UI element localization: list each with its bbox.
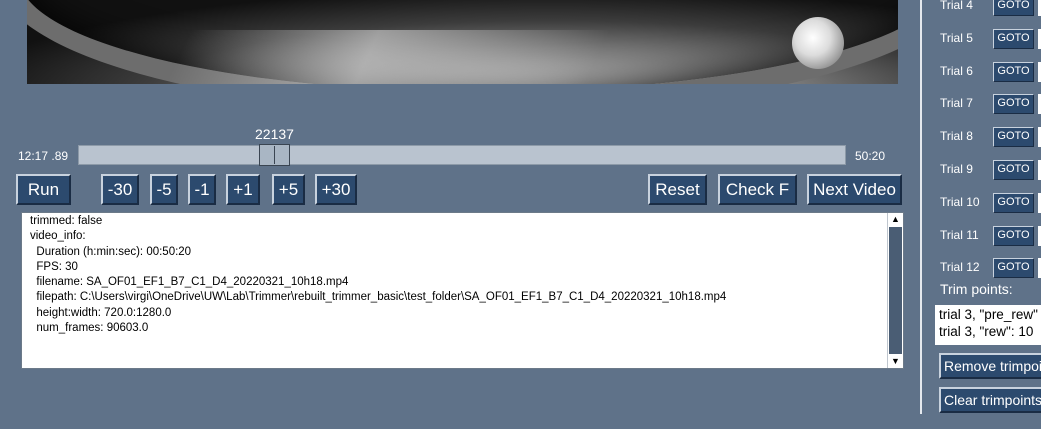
video-info-log[interactable]: trimmed: false video_info: Duration (h:m… xyxy=(21,212,904,369)
remove-trimpoint-button[interactable]: Remove trimpoint xyxy=(939,353,1041,379)
trim-points-list[interactable]: trial 3, "pre_rew" trial 3, "rew": 10 xyxy=(935,305,1041,345)
reset-button[interactable]: Reset xyxy=(648,174,707,205)
trial-label: Trial 12 xyxy=(940,260,980,275)
run-button[interactable]: Run xyxy=(16,174,71,205)
trial-label: Trial 5 xyxy=(940,30,973,45)
check-f-button[interactable]: Check F xyxy=(718,174,797,205)
goto-trial-button[interactable]: GOTO xyxy=(993,0,1034,16)
video-glare xyxy=(163,30,611,84)
frame-slider-track[interactable] xyxy=(78,145,846,165)
goto-trial-button[interactable]: GOTO xyxy=(993,28,1034,49)
goto-trial-button[interactable]: GOTO xyxy=(993,160,1034,180)
plus-5-button[interactable]: +5 xyxy=(272,174,305,205)
trial-label: Trial 4 xyxy=(940,0,973,12)
trial-label: Trial 7 xyxy=(940,96,973,111)
goto-trial-button[interactable]: GOTO xyxy=(993,192,1034,213)
trial-label: Trial 11 xyxy=(940,227,979,242)
goto-trial-button[interactable]: GOTO xyxy=(993,127,1034,148)
minus-5-button[interactable]: -5 xyxy=(150,174,178,205)
plus-30-button[interactable]: +30 xyxy=(315,174,357,205)
scroll-up-arrow-icon[interactable]: ▲ xyxy=(889,213,902,226)
start-time: 12:17 .89 xyxy=(18,149,69,163)
trial-label: Trial 9 xyxy=(940,162,973,176)
goto-trial-button[interactable]: GOTO xyxy=(993,94,1034,115)
log-scrollbar[interactable]: ▲ ▼ xyxy=(887,213,903,368)
minus-30-button[interactable]: -30 xyxy=(101,174,139,205)
next-video-button[interactable]: Next Video xyxy=(807,174,902,205)
goto-trial-button[interactable]: GOTO xyxy=(993,225,1034,246)
video-preview xyxy=(27,0,898,84)
end-time: 50:20 xyxy=(855,149,886,163)
scroll-down-arrow-icon[interactable]: ▼ xyxy=(889,355,902,368)
trim-point-item[interactable]: trial 3, "rew": 10 xyxy=(939,323,1041,340)
trial-label: Trial 6 xyxy=(940,63,973,78)
clear-trimpoints-button[interactable]: Clear trimpoints xyxy=(939,387,1041,413)
plus-1-button[interactable]: +1 xyxy=(226,174,260,205)
log-scrollbar-thumb[interactable] xyxy=(889,227,902,354)
trim-point-item[interactable]: trial 3, "pre_rew" xyxy=(939,306,1041,323)
goto-trial-button[interactable]: GOTO xyxy=(993,258,1034,279)
video-light-ball xyxy=(792,17,844,69)
panel-divider xyxy=(920,0,922,414)
trim-points-label: Trim points: xyxy=(940,281,1013,297)
goto-trial-button[interactable]: GOTO xyxy=(993,61,1034,82)
frame-number: 22137 xyxy=(255,126,294,142)
minus-1-button[interactable]: -1 xyxy=(188,174,216,205)
trial-label: Trial 8 xyxy=(940,129,973,144)
video-info-text: trimmed: false video_info: Duration (h:m… xyxy=(30,215,727,335)
frame-slider-handle[interactable] xyxy=(258,144,290,166)
trial-label: Trial 10 xyxy=(940,194,980,209)
